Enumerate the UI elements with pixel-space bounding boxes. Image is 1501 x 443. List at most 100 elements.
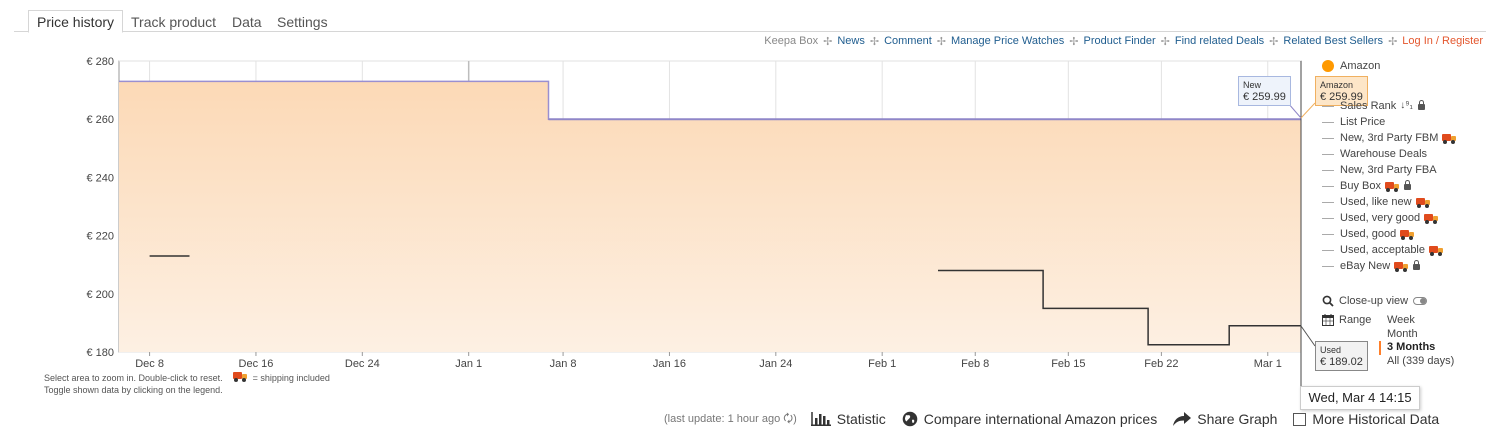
statistic-label: Statistic [836, 411, 886, 427]
legend-buy-box[interactable]: Buy Box [1320, 178, 1490, 194]
range-month[interactable]: Month [1379, 328, 1454, 342]
range-week[interactable]: Week [1379, 314, 1454, 328]
shipping-truck-icon [1400, 229, 1415, 240]
dash-icon [1322, 121, 1334, 123]
share-icon [1173, 412, 1192, 426]
range-3-months[interactable]: 3 Months [1379, 341, 1454, 355]
legend-label: New, 3rd Party FBM [1340, 132, 1439, 144]
x-tick-label: Dec 24 [345, 358, 380, 370]
dash-icon [1322, 153, 1334, 155]
x-tick-label: Jan 8 [550, 358, 577, 370]
statistic-button[interactable]: Statistic [810, 411, 886, 427]
shipping-truck-icon [1442, 133, 1457, 144]
lock-icon [1403, 180, 1411, 190]
closeup-toggle[interactable] [1413, 297, 1428, 305]
refresh-icon[interactable]: 🗘) [783, 413, 796, 425]
legend-used-good[interactable]: Used, good [1320, 226, 1490, 242]
dash-icon [1322, 217, 1334, 219]
dash-icon [1322, 185, 1334, 187]
x-tick-label: Dec 16 [239, 358, 274, 370]
range-all[interactable]: All (339 days) [1379, 355, 1454, 369]
amazon-price-area [119, 81, 1301, 353]
x-tick-label: Dec 8 [135, 358, 164, 370]
y-tick-label: € 200 [86, 289, 114, 301]
dash-icon [1322, 233, 1334, 235]
dash-icon [1322, 137, 1334, 139]
x-tick-label: Mar 1 [1254, 358, 1282, 370]
closeup-label: Close-up view [1339, 295, 1409, 307]
legend-used-acceptable[interactable]: Used, acceptable [1320, 242, 1490, 258]
legend-list-price[interactable]: List Price [1320, 114, 1490, 130]
compare-label: Compare international Amazon prices [923, 411, 1158, 427]
y-tick-label: € 280 [86, 56, 114, 68]
legend-used-like-new[interactable]: Used, like new [1320, 194, 1490, 210]
y-tick-label: € 180 [86, 347, 114, 359]
dash-icon [1322, 105, 1334, 107]
dash-icon [1322, 265, 1334, 267]
calendar-icon [1322, 314, 1334, 326]
search-icon [1322, 295, 1334, 307]
more-historical-data[interactable]: More Historical Data [1293, 411, 1439, 427]
legend-label: List Price [1340, 116, 1386, 128]
x-tick-label: Feb 15 [1051, 358, 1085, 370]
globe-icon [902, 411, 918, 427]
more-historical-label: More Historical Data [1312, 411, 1440, 427]
shipping-truck-icon [1424, 213, 1439, 224]
last-update: (last update: 1 hour ago 🗘) [664, 410, 797, 429]
legend-new-fba[interactable]: New, 3rd Party FBA [1320, 162, 1490, 178]
bottom-toolbar: (last update: 1 hour ago 🗘) Statistic Co… [664, 410, 1455, 428]
amazon-label-connector [1300, 102, 1316, 119]
shipping-truck-icon [233, 372, 248, 382]
legend-label: Warehouse Deals [1340, 148, 1428, 160]
x-tick-label: Feb 1 [868, 358, 896, 370]
x-tick-label: Jan 16 [653, 358, 686, 370]
chart-notes: Select area to zoom in. Double-click to … [44, 372, 330, 396]
legend-new-fbm[interactable]: New, 3rd Party FBM [1320, 130, 1490, 146]
legend-label: Sales Rank [1340, 100, 1397, 112]
toggle-note: Toggle shown data by clicking on the leg… [44, 385, 223, 395]
lock-icon [1413, 260, 1421, 270]
tooltip-date: Wed, Mar 4 14:15 [1300, 386, 1420, 410]
legend-label: Used, very good [1340, 212, 1421, 224]
legend-spacer [1320, 74, 1490, 98]
sort-icon[interactable]: ↓⁹₁ [1400, 98, 1413, 114]
y-tick-label: € 240 [86, 172, 114, 184]
legend-used-very-good[interactable]: Used, very good [1320, 210, 1490, 226]
bar-chart-icon [810, 412, 831, 426]
shipping-note-text: = shipping included [252, 373, 330, 383]
range-label: Range [1339, 314, 1372, 326]
shipping-truck-icon [1429, 245, 1443, 256]
shipping-truck-icon [1394, 261, 1409, 272]
closeup-view-control[interactable]: Close-up view [1322, 295, 1428, 307]
legend-label: Amazon [1340, 60, 1381, 72]
legend-label: Used, good [1340, 228, 1397, 240]
zoom-note: Select area to zoom in. Double-click to … [44, 372, 330, 384]
share-label: Share Graph [1197, 411, 1278, 427]
shipping-truck-icon [1415, 197, 1430, 208]
legend-label: Used, acceptable [1340, 244, 1425, 256]
chart-legend: Amazon Sales Rank ↓⁹₁ List Price New, 3r… [1320, 58, 1490, 274]
y-tick-label: € 260 [86, 114, 114, 126]
zoom-note-text: Select area to zoom in. Double-click to … [44, 373, 223, 383]
legend-label: New, 3rd Party FBA [1340, 164, 1437, 176]
legend-label: eBay New [1340, 260, 1391, 272]
range-options: Week Month 3 Months All (339 days) [1379, 314, 1454, 368]
dash-icon [1322, 201, 1334, 203]
lock-icon [1417, 100, 1425, 110]
range-control: Range [1322, 314, 1371, 326]
shipping-truck-icon [1384, 181, 1399, 192]
legend-label: Used, like new [1340, 196, 1412, 208]
share-graph-button[interactable]: Share Graph [1173, 411, 1277, 427]
x-tick-label: Jan 1 [455, 358, 482, 370]
legend-ebay-new[interactable]: eBay New [1320, 258, 1490, 274]
new-price-label: New € 259.99 [1238, 76, 1291, 106]
x-tick-label: Feb 22 [1144, 358, 1178, 370]
legend-amazon[interactable]: Amazon [1320, 58, 1490, 74]
legend-sales-rank[interactable]: Sales Rank ↓⁹₁ [1320, 98, 1490, 114]
compare-prices-button[interactable]: Compare international Amazon prices [902, 411, 1157, 427]
legend-label: Buy Box [1340, 180, 1381, 192]
dash-icon [1322, 249, 1334, 251]
checkbox[interactable] [1293, 412, 1307, 426]
legend-warehouse-deals[interactable]: Warehouse Deals [1320, 146, 1490, 162]
y-tick-label: € 220 [86, 231, 114, 243]
